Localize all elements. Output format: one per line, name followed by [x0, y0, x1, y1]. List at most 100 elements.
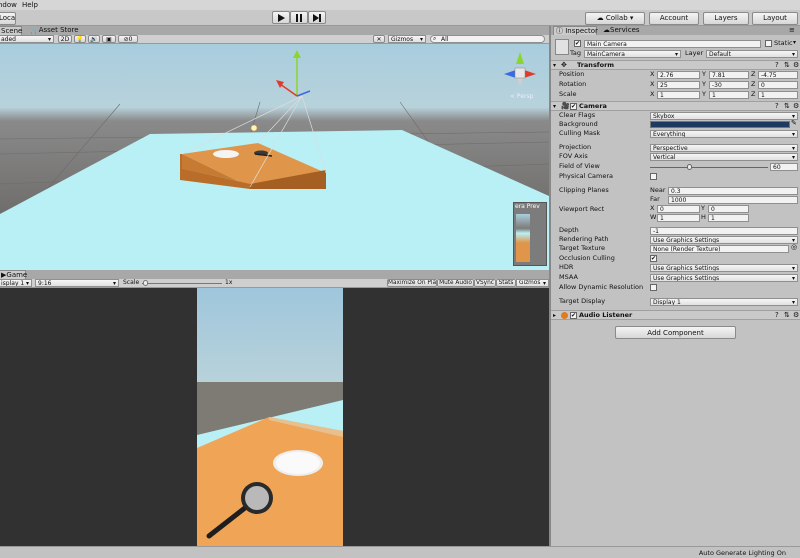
fov-axis-dropdown[interactable]: Vertical: [650, 153, 798, 161]
search-icon: ⌕: [433, 35, 437, 42]
target-texture-field[interactable]: None (Render Texture): [650, 245, 789, 253]
scale-z-input[interactable]: 1: [758, 91, 798, 99]
shading-mode-dropdown[interactable]: aded: [0, 35, 54, 43]
viewport-x-input[interactable]: 0: [657, 205, 700, 213]
game-gizmos-dropdown[interactable]: Gizmos: [516, 279, 549, 287]
play-button[interactable]: [272, 11, 290, 24]
static-checkbox[interactable]: [765, 40, 772, 47]
help-icon[interactable]: ?: [775, 61, 779, 70]
far-input[interactable]: 1000: [668, 196, 798, 204]
transform-header[interactable]: ▾ ✥ Transform ? ⇅ ⚙: [551, 60, 800, 70]
eyedropper-icon[interactable]: ✎: [791, 119, 797, 127]
orientation-gizmo-icon[interactable]: [500, 50, 540, 90]
scale-y-input[interactable]: 1: [709, 91, 749, 99]
audio-settings-icon[interactable]: ⚙: [793, 311, 799, 320]
rendering-path-dropdown[interactable]: Use Graphics Settings: [650, 236, 798, 244]
layers-dropdown[interactable]: Layers: [703, 12, 749, 25]
step-button[interactable]: [308, 11, 326, 24]
presets-icon[interactable]: ⇅: [784, 61, 790, 70]
rotation-x-input[interactable]: 25: [657, 81, 700, 89]
fov-slider[interactable]: [650, 167, 768, 168]
camera-settings-icon[interactable]: ⚙: [793, 102, 799, 111]
add-component-button[interactable]: Add Component: [615, 326, 736, 339]
physical-camera-checkbox[interactable]: [650, 173, 657, 180]
object-picker-icon[interactable]: ◎: [791, 243, 797, 251]
audio-toggle[interactable]: 🔊: [88, 35, 100, 43]
audio-foldout-icon[interactable]: ▸: [553, 311, 556, 320]
msaa-dropdown[interactable]: Use Graphics Settings: [650, 274, 798, 282]
position-z-input[interactable]: -4.75: [758, 71, 798, 79]
account-button[interactable]: Account: [649, 12, 699, 25]
static-dropdown-icon[interactable]: ▾: [793, 39, 796, 46]
layer-dropdown[interactable]: Default: [706, 50, 798, 58]
collab-button[interactable]: ☁ Collab ▾: [585, 12, 645, 25]
lighting-status[interactable]: Auto Generate Lighting On: [699, 548, 786, 558]
tab-asset-store[interactable]: 🛒Asset Store: [30, 26, 80, 35]
audio-listener-enabled-checkbox[interactable]: ✔: [570, 312, 577, 319]
audio-presets-icon[interactable]: ⇅: [784, 311, 790, 320]
rotation-y-input[interactable]: -30: [709, 81, 749, 89]
camera-help-icon[interactable]: ?: [775, 102, 779, 111]
panel-menu-icon[interactable]: ≡: [789, 26, 795, 34]
stats-toggle[interactable]: Stats: [496, 279, 516, 287]
maximize-on-play-toggle[interactable]: Maximize On Play: [387, 279, 437, 287]
dynamic-resolution-checkbox[interactable]: [650, 284, 657, 291]
camera-title: Camera: [579, 102, 607, 110]
game-viewport[interactable]: [0, 288, 549, 546]
aspect-dropdown[interactable]: 9:16: [35, 279, 119, 287]
persp-label[interactable]: < Persp: [510, 93, 533, 100]
mute-audio-toggle[interactable]: Mute Audio: [437, 279, 474, 287]
viewport-w-input[interactable]: 1: [657, 214, 700, 222]
game-toolbar: isplay 1 9:16 Scale 1x Maximize On Play …: [0, 279, 549, 288]
background-color-swatch[interactable]: [650, 121, 790, 128]
far-label: Far: [650, 195, 660, 203]
position-x-input[interactable]: 2.76: [657, 71, 700, 79]
camera-header[interactable]: ▾ 🎥 ✔ Camera ? ⇅ ⚙: [551, 101, 800, 111]
scene-tabstrip: Scene 🛒Asset Store: [0, 26, 549, 36]
scene-search-input[interactable]: All: [430, 35, 545, 43]
lighting-toggle[interactable]: 💡: [74, 35, 86, 43]
occlusion-culling-checkbox[interactable]: ✔: [650, 255, 657, 262]
tools-toggle[interactable]: ✕: [373, 35, 385, 43]
camera-presets-icon[interactable]: ⇅: [784, 102, 790, 111]
scale-slider[interactable]: [142, 283, 222, 284]
scale-slider-handle[interactable]: [143, 280, 148, 286]
vsync-toggle[interactable]: VSync: [474, 279, 496, 287]
position-y-input[interactable]: 7.81: [709, 71, 749, 79]
rotation-z-input[interactable]: 0: [758, 81, 798, 89]
projection-dropdown[interactable]: Perspective: [650, 144, 798, 152]
active-checkbox[interactable]: ✔: [574, 40, 581, 47]
hdr-dropdown[interactable]: Use Graphics Settings: [650, 264, 798, 272]
tag-dropdown[interactable]: MainCamera: [584, 50, 681, 58]
pivot-local-toggle[interactable]: Local: [0, 12, 16, 25]
hidden-objects-toggle[interactable]: ⊘0: [118, 35, 138, 43]
target-display-dropdown[interactable]: Display 1: [650, 298, 798, 306]
camera-foldout-icon[interactable]: ▾: [553, 102, 556, 111]
foldout-icon[interactable]: ▾: [553, 61, 556, 70]
viewport-h-input[interactable]: 1: [708, 214, 749, 222]
gizmos-dropdown[interactable]: Gizmos: [388, 35, 426, 43]
audio-listener-header[interactable]: ▸ ✔ Audio Listener ? ⇅ ⚙: [551, 310, 800, 320]
audio-help-icon[interactable]: ?: [775, 311, 779, 320]
scene-viewport[interactable]: < Persp era Prev: [0, 44, 549, 270]
component-settings-icon[interactable]: ⚙: [793, 61, 799, 70]
layout-dropdown[interactable]: Layout: [752, 12, 798, 25]
pause-button[interactable]: [290, 11, 308, 24]
object-name-input[interactable]: Main Camera: [584, 40, 761, 48]
2d-toggle[interactable]: 2D: [58, 35, 72, 43]
clear-flags-dropdown[interactable]: Skybox: [650, 112, 798, 120]
viewport-y-input[interactable]: 0: [708, 205, 749, 213]
fov-slider-handle[interactable]: [686, 164, 692, 170]
display-dropdown[interactable]: isplay 1: [0, 279, 32, 287]
fov-input[interactable]: 60: [770, 163, 798, 171]
tab-services[interactable]: ☁Services: [603, 26, 643, 35]
scale-x-input[interactable]: 1: [657, 91, 700, 99]
culling-mask-dropdown[interactable]: Everything: [650, 130, 798, 138]
menu-window[interactable]: ndow: [0, 0, 17, 10]
menu-help[interactable]: Help: [22, 0, 38, 10]
effects-dropdown[interactable]: ▣: [102, 35, 116, 43]
rotation-label: Rotation: [559, 80, 587, 88]
camera-enabled-checkbox[interactable]: ✔: [570, 103, 577, 110]
near-input[interactable]: 0.3: [668, 187, 798, 195]
depth-input[interactable]: -1: [650, 227, 798, 235]
